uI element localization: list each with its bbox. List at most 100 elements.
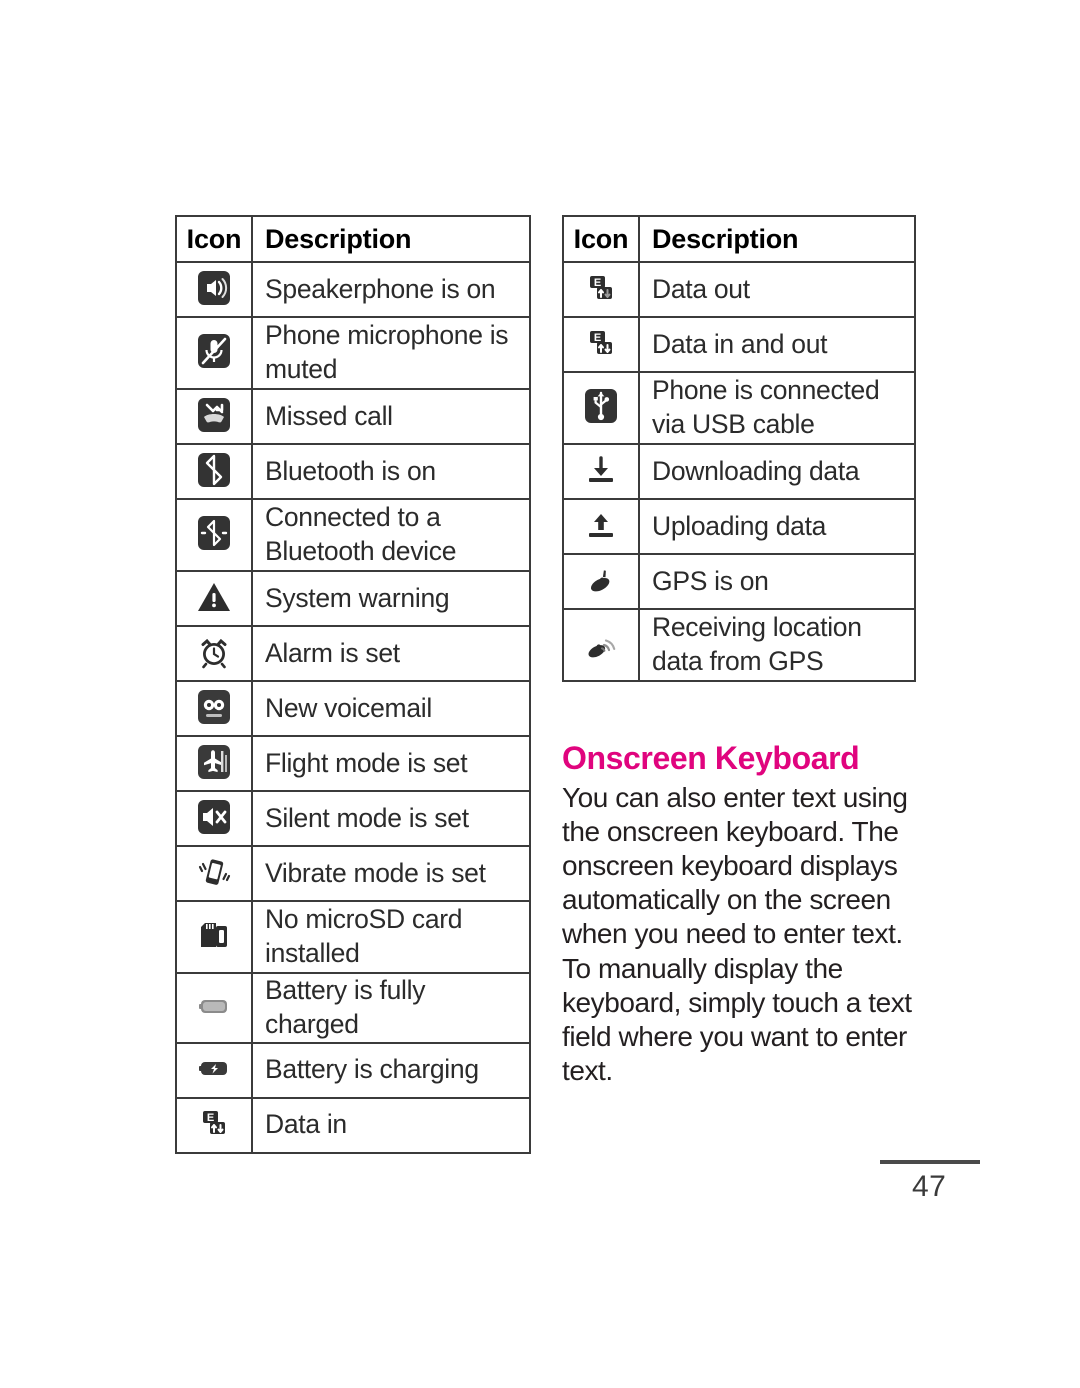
icon-cell [175,316,253,390]
missed-call-icon [193,394,235,436]
table-row: Silent mode is set [175,790,531,847]
description-cell: Receiving location data from GPS [638,608,916,682]
table-row: Vibrate mode is set [175,845,531,902]
description-cell: Bluetooth is on [251,443,531,500]
icon-cell [175,1041,253,1099]
description-cell: Connected to a Bluetooth device [251,498,531,572]
section-body-text: You can also enter text using the onscre… [562,781,912,1087]
page-footer: 47 [880,1160,980,1204]
flight-mode-icon [193,741,235,783]
icon-cell: E [175,1096,253,1154]
icon-cell [175,972,253,1044]
column-header-description: Description [251,215,531,263]
footer-divider [880,1160,980,1164]
icon-cell: E [562,316,640,373]
page-number: 47 [912,1170,947,1203]
description-cell: No microSD card installed [251,900,531,974]
section-heading: Onscreen Keyboard [562,740,860,776]
icon-cell [175,498,253,572]
system-warning-icon [193,576,235,618]
icon-cell [175,680,253,737]
downloading-data-icon [580,449,622,491]
icon-cell [175,790,253,847]
table-row: Alarm is set [175,625,531,682]
table-row: Receiving location data from GPS [562,608,916,682]
icon-cell [175,261,253,318]
icon-cell [175,388,253,445]
description-cell: Vibrate mode is set [251,845,531,902]
table-row: No microSD card installed [175,900,531,974]
description-cell: Speakerphone is on [251,261,531,318]
status-icon-table-left: Icon Description Speakerphone is on Phone… [175,215,531,1154]
data-out-icon: E [580,267,622,309]
status-icon-table-right: Icon Description E Data out E Data in and o… [562,215,916,682]
silent-mode-icon [193,796,235,838]
onscreen-keyboard-section: Onscreen Keyboard You can also enter tex… [562,740,922,1088]
microphone-muted-icon [193,330,235,372]
table-row: Battery is fully charged [175,972,531,1044]
description-cell: Battery is charging [251,1041,531,1099]
alarm-clock-icon [193,631,235,673]
gps-receiving-icon [580,622,622,664]
manual-page: Icon Description Speakerphone is on Phone… [0,0,1080,1388]
bluetooth-on-icon [193,449,235,491]
description-cell: New voicemail [251,680,531,737]
description-cell: Data out [638,261,916,318]
voicemail-icon [193,686,235,728]
icon-cell [175,625,253,682]
table-row: Speakerphone is on [175,261,531,318]
description-cell: Silent mode is set [251,790,531,847]
icon-cell [562,553,640,610]
icon-cell [562,608,640,682]
description-cell: Uploading data [638,498,916,555]
table-row: System warning [175,570,531,627]
bluetooth-connected-icon [193,512,235,554]
description-cell: Downloading data [638,443,916,500]
table-header-row: Icon Description [562,215,916,263]
data-in-and-out-icon: E [580,322,622,364]
table-row: Phone is connected via USB cable [562,371,916,445]
description-cell: Flight mode is set [251,735,531,792]
icon-cell [562,371,640,445]
description-cell: Missed call [251,388,531,445]
table-row: Phone microphone is muted [175,316,531,390]
battery-charging-icon [193,1047,235,1089]
description-cell: Battery is fully charged [251,972,531,1044]
icon-cell [562,443,640,500]
battery-full-icon [193,985,235,1027]
icon-cell [175,900,253,974]
table-row: Battery is charging [175,1041,531,1099]
table-row: E Data in and out [562,316,916,373]
table-row: New voicemail [175,680,531,737]
table-row: Downloading data [562,443,916,500]
description-cell: Phone microphone is muted [251,316,531,390]
usb-connected-icon [580,385,622,427]
table-row: Missed call [175,388,531,445]
table-row: E Data in [175,1096,531,1154]
table-header-row: Icon Description [175,215,531,263]
table-row: Uploading data [562,498,916,555]
description-cell: Alarm is set [251,625,531,682]
icon-cell: E [562,261,640,318]
column-header-icon: Icon [175,215,253,263]
icon-cell [175,735,253,792]
icon-cell [175,845,253,902]
description-cell: Phone is connected via USB cable [638,371,916,445]
speakerphone-icon [193,267,235,309]
table-row: E Data out [562,261,916,318]
description-cell: Data in [251,1096,531,1154]
column-header-icon: Icon [562,215,640,263]
data-in-icon: E [193,1102,235,1144]
icon-cell [175,443,253,500]
icon-cell [562,498,640,555]
gps-on-icon [580,559,622,601]
description-cell: System warning [251,570,531,627]
icon-cell [175,570,253,627]
description-cell: GPS is on [638,553,916,610]
uploading-data-icon [580,504,622,546]
table-row: Connected to a Bluetooth device [175,498,531,572]
no-microsd-card-icon [193,914,235,956]
vibrate-mode-icon [193,851,235,893]
table-row: Bluetooth is on [175,443,531,500]
table-row: Flight mode is set [175,735,531,792]
